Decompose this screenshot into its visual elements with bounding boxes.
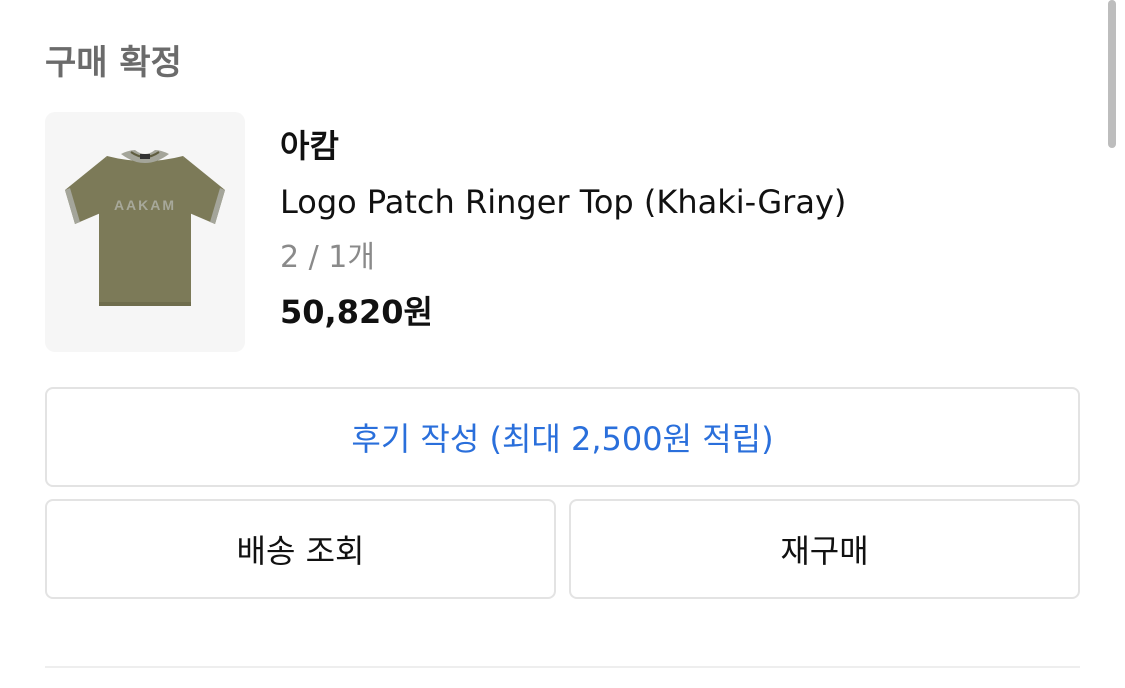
brand-logo: AAKAM bbox=[114, 197, 176, 213]
section-title: 구매 확정 bbox=[45, 43, 182, 83]
product-name[interactable]: Logo Patch Ringer Top (Khaki-Gray) bbox=[280, 178, 1080, 226]
product-price: 50,820원 bbox=[280, 293, 433, 331]
tshirt-image: AAKAM bbox=[65, 150, 225, 306]
divider bbox=[45, 666, 1080, 668]
rebuy-button[interactable]: 재구매 bbox=[569, 499, 1080, 599]
product-image[interactable]: AAKAM bbox=[45, 112, 245, 352]
product-option: 2 / 1개 bbox=[280, 240, 375, 275]
scrollbar[interactable] bbox=[1108, 0, 1116, 148]
product-info: 아캄 Logo Patch Ringer Top (Khaki-Gray) 2 … bbox=[280, 122, 1080, 336]
brand-name[interactable]: 아캄 bbox=[280, 122, 1080, 170]
track-shipping-button[interactable]: 배송 조회 bbox=[45, 499, 556, 599]
write-review-button[interactable]: 후기 작성 (최대 2,500원 적립) bbox=[45, 387, 1080, 487]
